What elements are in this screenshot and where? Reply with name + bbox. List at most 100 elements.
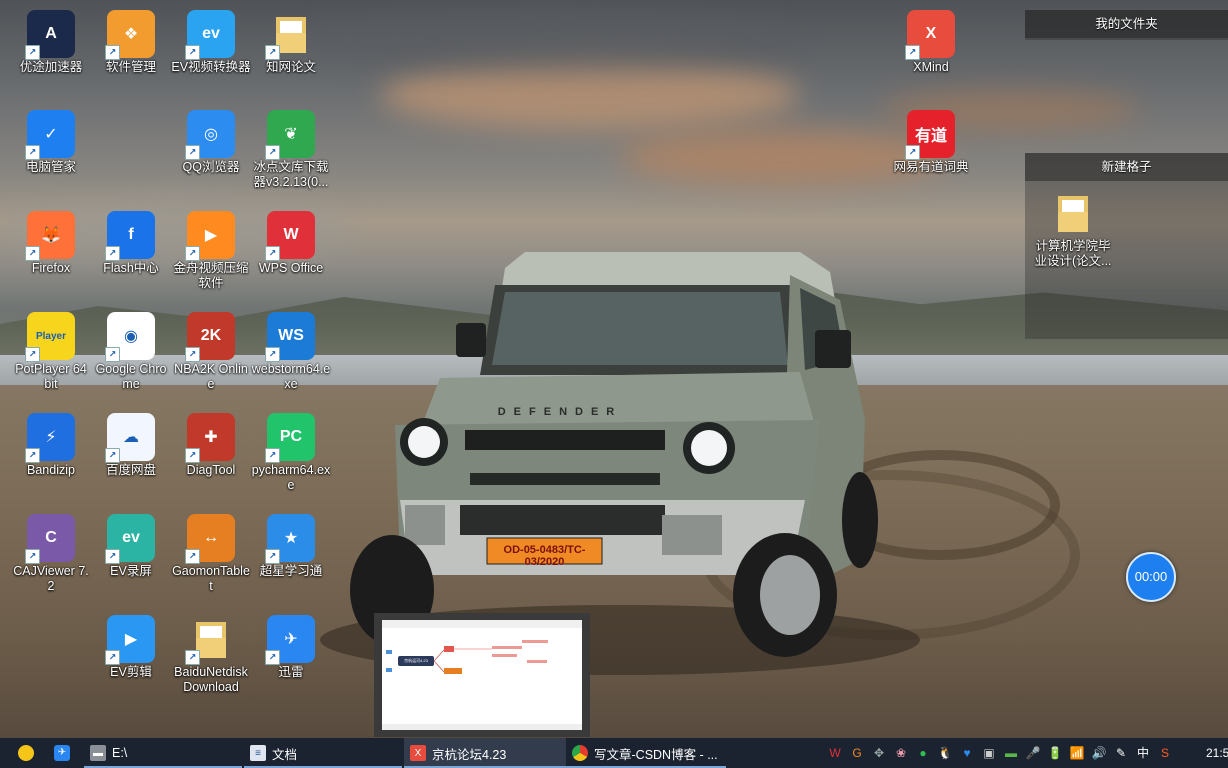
icon-glyph: ↔: [203, 529, 219, 546]
taskbar-item-document[interactable]: ≡ 文档: [244, 738, 402, 768]
desktop-icon-label: 软件管理: [105, 60, 156, 74]
desktop-icon[interactable]: WS ↗ webstorm64.exe: [251, 312, 331, 392]
shortcut-arrow-icon: ↗: [265, 246, 280, 261]
desktop-icon[interactable]: ev ↗ EV视频转换器: [171, 10, 251, 75]
tray-icon[interactable]: G: [848, 738, 866, 768]
tray-icon[interactable]: 📶: [1068, 738, 1086, 768]
desktop-icon[interactable]: A ↗ 优途加速器: [11, 10, 91, 75]
tray-icon[interactable]: ▣: [980, 738, 998, 768]
desktop-icon[interactable]: ✈ ↗ 迅雷: [251, 615, 331, 680]
desktop-icon-label: 迅雷: [278, 665, 304, 679]
taskbar-preview-window[interactable]: × 京杭运河4.23: [374, 613, 590, 737]
desktop-icon[interactable]: ◎ ↗ QQ浏览器: [171, 110, 251, 175]
desktop-icon[interactable]: Player ↗ PotPlayer 64 bit: [11, 312, 91, 392]
shortcut-arrow-icon: ↗: [905, 45, 920, 60]
tray-icon[interactable]: 🎤: [1024, 738, 1042, 768]
desktop-icon-label: PotPlayer 64 bit: [15, 362, 87, 391]
diagtool-icon: ✚ ↗: [185, 413, 235, 463]
taskbar-item-xmind[interactable]: X 京杭论坛4.23: [404, 738, 566, 768]
fence-new-grid[interactable]: 新建格子 计算机学院毕业设计(论文...: [1025, 153, 1228, 339]
desktop-icon[interactable]: X ↗ XMind: [891, 10, 971, 75]
youdao-dict-icon: 有道 ↗: [905, 110, 955, 160]
tray-icon[interactable]: ●: [914, 738, 932, 768]
icon-glyph: Player: [35, 330, 67, 342]
shortcut-arrow-icon: ↗: [105, 45, 120, 60]
tray-icon[interactable]: ♥: [958, 738, 976, 768]
desktop-icon-label: CAJViewer 7.2: [13, 564, 89, 593]
desktop-icon-label: 网易有道词典: [893, 160, 969, 174]
desktop-icon[interactable]: 2K ↗ NBA2K Online: [171, 312, 251, 392]
shortcut-arrow-icon: ↗: [25, 549, 40, 564]
firefox-icon: 🦊 ↗: [25, 211, 75, 261]
desktop-icon[interactable]: ⚡ ↗ Bandizip: [11, 413, 91, 478]
xunlei-icon: ✈ ↗: [265, 615, 315, 665]
start-button[interactable]: [12, 738, 40, 768]
tray-icon[interactable]: W: [826, 738, 844, 768]
floating-timer[interactable]: 00:00: [1126, 552, 1176, 602]
shortcut-arrow-icon: ↗: [25, 448, 40, 463]
icon-glyph: 有道: [914, 128, 947, 145]
pinned-app-button[interactable]: ✈: [48, 738, 76, 768]
desktop-icon[interactable]: PC ↗ pycharm64.exe: [251, 413, 331, 493]
tray-icon[interactable]: S: [1156, 738, 1174, 768]
folder-icon: [1049, 189, 1097, 237]
fence-my-folders[interactable]: 我的文件夹: [1025, 10, 1228, 40]
folder-icon: ↗: [265, 10, 315, 60]
nba2k-online-icon: 2K ↗: [185, 312, 235, 362]
shortcut-arrow-icon: ↗: [265, 549, 280, 564]
youtu-accelerator-icon: A ↗: [25, 10, 75, 60]
icon-glyph: ▶: [204, 227, 218, 244]
wps-office-icon: W ↗: [265, 211, 315, 261]
desktop-icon-label: XMind: [913, 60, 949, 74]
icon-glyph: W: [283, 226, 299, 243]
desktop-icon-label: 电脑管家: [25, 160, 76, 174]
desktop-icon[interactable]: ◉ ↗ Google Chrome: [91, 312, 171, 392]
tray-icon[interactable]: ✥: [870, 738, 888, 768]
icon-glyph: 🦊: [41, 227, 61, 244]
desktop-icon[interactable]: ↔ ↗ GaomonTablet: [171, 514, 251, 594]
tray-icon[interactable]: ▬: [1002, 738, 1020, 768]
desktop-icon[interactable]: ↗ BaiduNetdiskDownload: [171, 615, 251, 695]
desktop-icon[interactable]: ev ↗ EV录屏: [91, 514, 171, 579]
shortcut-arrow-icon: ↗: [265, 45, 280, 60]
ev-recorder-icon: ev ↗: [105, 514, 155, 564]
xmind-thumbnail[interactable]: 京杭运河4.23: [382, 620, 582, 730]
icon-glyph: ◎: [204, 126, 218, 143]
desktop-icon[interactable]: f ↗ Flash中心: [91, 211, 171, 276]
desktop-icon[interactable]: ☁ ↗ 百度网盘: [91, 413, 171, 478]
desktop-icon[interactable]: ✓ ↗ 电脑管家: [11, 110, 91, 175]
tray-icon[interactable]: 🔋: [1046, 738, 1064, 768]
desktop-icon[interactable]: ▶ ↗ EV剪辑: [91, 615, 171, 680]
fence-folder-item[interactable]: 计算机学院毕业设计(论文...: [1033, 189, 1113, 269]
desktop-icon[interactable]: C ↗ CAJViewer 7.2: [11, 514, 91, 594]
desktop-icon[interactable]: 🦊 ↗ Firefox: [11, 211, 91, 276]
bandizip-icon: ⚡ ↗: [25, 413, 75, 463]
taskbar-item-explorer[interactable]: ▬ E:\: [84, 738, 242, 768]
tray-icon[interactable]: 🐧: [936, 738, 954, 768]
taskbar-item-label: 文档: [272, 747, 298, 762]
taskbar-item-chrome[interactable]: 写文章-CSDN博客 - ...: [566, 738, 726, 768]
desktop-icon[interactable]: ▶ ↗ 金舟视频压缩软件: [171, 211, 251, 291]
tray-icon[interactable]: ❀: [892, 738, 910, 768]
desktop-icon[interactable]: ❦ ↗ 冰点文库下载器v3.2.13(0...: [251, 110, 331, 190]
tray-icon[interactable]: 中: [1134, 738, 1152, 768]
shortcut-arrow-icon: ↗: [185, 448, 200, 463]
desktop-icon[interactable]: ✚ ↗ DiagTool: [171, 413, 251, 478]
desktop-icon[interactable]: ↗ 知网论文: [251, 10, 331, 75]
desktop-icon-label: webstorm64.exe: [251, 362, 331, 391]
desktop-icon[interactable]: W ↗ WPS Office: [251, 211, 331, 276]
ev-editor-icon: ▶ ↗: [105, 615, 155, 665]
desktop-icon-label: 超星学习通: [259, 564, 323, 578]
fence-title[interactable]: 我的文件夹: [1025, 10, 1228, 38]
icon-glyph: ☁: [123, 429, 139, 446]
desktop-icon[interactable]: 有道 ↗ 网易有道词典: [891, 110, 971, 175]
clock[interactable]: 21:5: [1206, 738, 1228, 768]
tray-icon[interactable]: 🔊: [1090, 738, 1108, 768]
shortcut-arrow-icon: ↗: [185, 45, 200, 60]
tray-icon[interactable]: ✎: [1112, 738, 1130, 768]
shortcut-arrow-icon: ↗: [265, 145, 280, 160]
icon-glyph: C: [45, 529, 57, 546]
desktop-icon[interactable]: ★ ↗ 超星学习通: [251, 514, 331, 579]
fence-title[interactable]: 新建格子: [1025, 153, 1228, 181]
desktop-icon[interactable]: ❖ ↗ 软件管理: [91, 10, 171, 75]
